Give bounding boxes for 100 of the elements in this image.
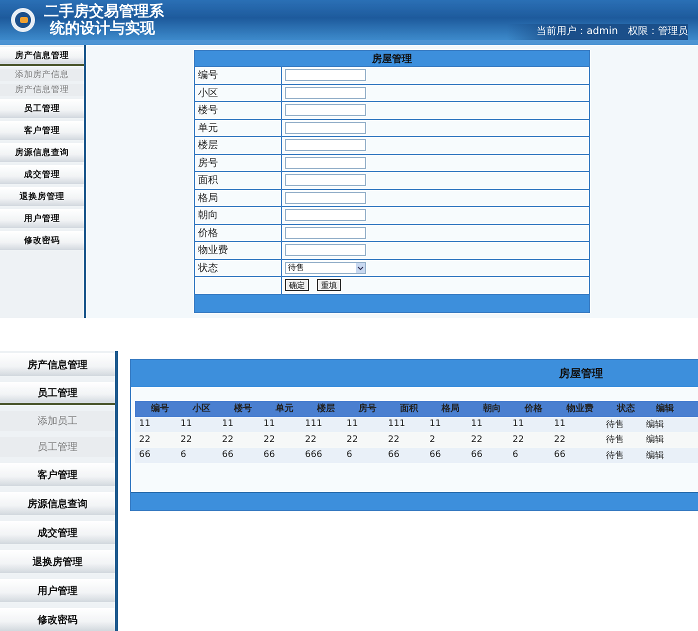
sidebar-menu-item[interactable]: 房源信息查询 [0, 143, 84, 162]
sidebar-menu-item[interactable]: 客户管理 [0, 463, 115, 486]
field-label: 格局 [195, 190, 282, 206]
table-cell-text: 待售 [606, 418, 625, 431]
column-header: 物业费 [565, 402, 594, 416]
sidebar-menu-item[interactable]: 退换房管理 [0, 550, 115, 573]
table-cell-text: 11 [139, 419, 152, 430]
field-label: 物业费 [195, 242, 282, 258]
field-label: 编号 [195, 67, 282, 84]
input-field[interactable] [285, 244, 366, 256]
sidebar-menu-item[interactable]: 成交管理 [0, 165, 84, 184]
sidebar-menu-item[interactable]: 用户管理 [0, 209, 84, 228]
table-cell-text: 11 [346, 419, 359, 430]
edit-link[interactable]: 编辑 [646, 433, 684, 446]
input-field[interactable] [285, 156, 366, 169]
field-label: 状态 [195, 260, 282, 276]
table-cell-text: 22 [346, 434, 359, 445]
table-cell-text: 66 [264, 450, 276, 460]
table-cell-text: 66 [139, 450, 152, 460]
input-field[interactable] [285, 226, 366, 239]
table-cell-text: 2 [430, 434, 436, 445]
field-label: 小区 [195, 84, 282, 101]
column-header: 单元 [274, 402, 294, 416]
form-title: 房屋管理 [195, 51, 589, 66]
form-button[interactable]: 重填 [317, 279, 341, 292]
column-header: 编号 [150, 402, 170, 416]
table-cell-text: 待售 [606, 434, 625, 446]
column-header: 格局 [440, 402, 460, 416]
input-field[interactable] [285, 139, 366, 152]
table-cell-text: 22 [305, 434, 318, 445]
sidebar-menu-item[interactable]: 退换房管理 [0, 187, 84, 206]
table-cell-text: 22 [554, 434, 566, 445]
sidebar-menu-item[interactable]: 用户管理 [0, 579, 115, 602]
table-cell-text: 111 [388, 419, 406, 430]
table-cell-text: 6 [346, 450, 354, 460]
table-cell-text: 22 [471, 434, 484, 445]
field-label: 面积 [195, 172, 282, 188]
column-header: 朝向 [482, 402, 502, 416]
edit-link[interactable]: 编辑 [646, 418, 684, 431]
sidebar-submenu-item[interactable]: 添加员工 [0, 411, 115, 431]
app-title: 二手房交易管理系 [44, 3, 165, 20]
sidebar-submenu-item[interactable]: 员工管理 [0, 437, 115, 457]
sidebar-menu-item[interactable]: 修改密码 [0, 608, 115, 631]
column-header: 小区 [191, 402, 212, 416]
table-cell-text: 6 [512, 450, 520, 460]
sidebar-menu-item[interactable]: 房产信息管理 [0, 353, 115, 376]
sidebar-submenu-item[interactable]: 房产信息管理 [0, 84, 84, 96]
table-cell-text: 66 [388, 450, 400, 460]
table-cell-text: 111 [305, 419, 324, 430]
table-cell-text: 22 [180, 434, 193, 445]
field-label: 房号 [195, 154, 282, 171]
table-cell-text: 11 [430, 419, 442, 430]
column-header: 编辑 [655, 402, 675, 416]
table-cell-text: 11 [471, 419, 484, 430]
input-field[interactable] [285, 192, 366, 204]
form-button[interactable]: 确定 [285, 279, 309, 292]
app-title: 统的设计与实现 [48, 20, 156, 37]
table-cell-text: 66 [222, 450, 234, 460]
sidebar-menu-item[interactable]: 修改密码 [0, 231, 84, 250]
table-cell-text: 22 [388, 434, 400, 445]
input-field[interactable] [285, 122, 366, 134]
table-cell-text: 11 [180, 419, 193, 430]
table-cell-text: 66 [471, 450, 484, 460]
edit-link[interactable]: 编辑 [646, 448, 684, 462]
table-cell-text: 66 [430, 450, 442, 460]
sidebar-menu-item[interactable]: 成交管理 [0, 521, 115, 544]
column-header: 价格 [523, 402, 544, 416]
column-header: 房号 [357, 402, 378, 416]
table-cell-text: 待售 [606, 450, 625, 462]
input-field[interactable] [285, 104, 366, 116]
sidebar-menu-item[interactable]: 员工管理 [0, 382, 115, 405]
table-cell-text: 11 [222, 419, 234, 430]
input-field[interactable] [285, 86, 366, 99]
column-header: 楼层 [316, 402, 336, 416]
table-cell-text: 6 [180, 450, 188, 460]
table-cell-text: 22 [139, 434, 152, 445]
sidebar-menu-item[interactable]: 员工管理 [0, 99, 84, 118]
table-cell-text: 66 [554, 450, 566, 460]
table-cell-text: 11 [264, 419, 276, 430]
field-label: 价格 [195, 224, 282, 241]
table-cell-text: 22 [512, 434, 525, 445]
column-header: 状态 [616, 402, 636, 416]
input-field[interactable] [285, 174, 366, 186]
sidebar-menu-item[interactable]: 客户管理 [0, 121, 84, 140]
table-cell-text: 666 [305, 450, 324, 460]
input-field[interactable] [285, 209, 366, 222]
table-cell-text: 22 [222, 434, 234, 445]
table-cell-text: 11 [554, 419, 566, 430]
logo-icon [10, 7, 36, 33]
sidebar-menu-item[interactable]: 房产信息管理 [0, 47, 84, 66]
sidebar-menu-item[interactable]: 房源信息查询 [0, 492, 115, 515]
field-label: 楼号 [195, 102, 282, 118]
caret-icon [356, 262, 365, 273]
table-cell-text: 22 [264, 434, 276, 445]
table-cell-text: 11 [512, 419, 525, 430]
field-label: 单元 [195, 120, 282, 136]
column-header: 楼号 [232, 402, 253, 416]
status-select[interactable]: 待售 [285, 262, 366, 274]
sidebar-submenu-item[interactable]: 添加房产信息 [0, 69, 84, 81]
input-field[interactable] [285, 69, 366, 82]
